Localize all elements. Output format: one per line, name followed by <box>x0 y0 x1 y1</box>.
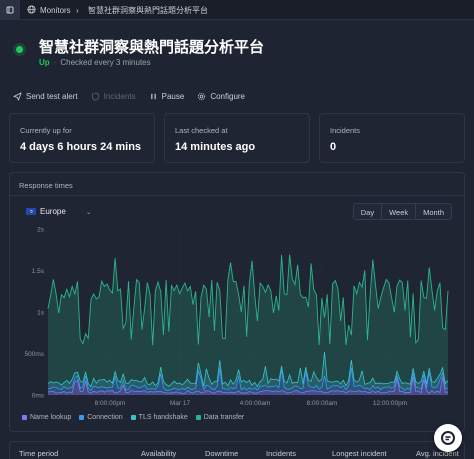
x-tick-label: Mar 17 <box>170 400 191 407</box>
region-label: Europe <box>40 207 66 216</box>
response-time-chart: 0ms 500ms 1s 1.5s 2s 8:00:00pm Mar 17 4:00:00am… <box>24 227 449 407</box>
chevron-down-icon: ⌄ <box>85 208 92 216</box>
col-longest-incident: Longest incident <box>332 449 387 458</box>
stat-label: Currently up for <box>20 126 72 135</box>
y-tick-label: 1.5s <box>32 268 45 275</box>
legend-swatch <box>130 415 136 420</box>
incidents-button[interactable]: Incidents <box>91 92 136 101</box>
panel-title: Response times <box>19 181 73 190</box>
col-availability: Availability <box>141 449 177 458</box>
x-tick-label: 4:00:00am <box>240 400 271 407</box>
breadcrumb-current: 智慧社群洞察與熱門話題分析平台 <box>88 5 208 15</box>
legend-item[interactable]: Connection <box>79 414 123 421</box>
breadcrumb-separator: › <box>76 5 79 15</box>
chart-legend: Name lookup Connection TLS handshake Data t… <box>22 414 244 421</box>
legend-item[interactable]: TLS handshake <box>130 414 188 421</box>
configure-label: Configure <box>210 91 245 101</box>
y-tick-label: 2s <box>37 227 45 234</box>
incidents-label: Incidents <box>103 91 136 101</box>
stat-label: Last checked at <box>175 126 228 135</box>
page-title: 智慧社群洞察與熱門話題分析平台 <box>39 39 265 56</box>
range-day-button[interactable]: Day <box>352 203 383 220</box>
stat-card-last-checked: Last checked at 14 minutes ago <box>164 113 310 163</box>
legend-swatch <box>195 415 201 420</box>
region-select[interactable]: Europe ⌄ <box>26 207 92 216</box>
series-area-data-transfer <box>48 254 448 387</box>
pause-button[interactable]: Pause <box>149 91 185 101</box>
top-bar: Monitors › 智慧社群洞察與熱門話題分析平台 <box>0 0 474 20</box>
check-interval: Checked every 3 minutes <box>60 58 151 67</box>
stat-label: Incidents <box>330 126 361 135</box>
stat-value: 0 <box>330 141 337 153</box>
col-incidents: Incidents <box>266 449 297 458</box>
legend-item[interactable]: Data transfer <box>195 414 245 421</box>
range-week-button[interactable]: Week <box>381 203 417 220</box>
configure-button[interactable]: Configure <box>197 92 245 101</box>
response-times-panel: Response times Europe ⌄ Day Week Month 0… <box>9 172 465 432</box>
status-badge: Up <box>39 58 50 67</box>
legend-swatch <box>79 415 85 420</box>
stat-value: 14 minutes ago <box>175 141 256 153</box>
x-tick-label: 12:00:00pm <box>373 400 407 407</box>
stat-value: 4 days 6 hours 24 mins <box>20 141 142 153</box>
col-downtime: Downtime <box>205 449 239 458</box>
pause-icon <box>150 93 156 99</box>
action-bar: Send test alert Incidents Pause Configur… <box>13 90 258 102</box>
col-time-period: Time period <box>19 449 59 458</box>
legend-label: Connection <box>87 414 123 421</box>
status-separator: · <box>53 58 57 67</box>
y-tick-label: 500ms <box>24 351 44 358</box>
y-tick-label: 0ms <box>32 393 45 400</box>
legend-swatch <box>22 415 27 420</box>
legend-item[interactable]: Name lookup <box>22 414 71 421</box>
range-month-button[interactable]: Month <box>415 203 452 220</box>
availability-table-header: Time period Availability Downtime Incide… <box>9 441 465 459</box>
globe-icon <box>27 5 36 14</box>
send-test-alert-label: Send test alert <box>26 91 78 101</box>
divider <box>10 195 464 196</box>
pause-label: Pause <box>161 91 185 101</box>
legend-label: Name lookup <box>30 414 72 421</box>
x-tick-label: 8:00:00am <box>307 400 338 407</box>
menu-icon <box>6 6 14 14</box>
legend-label: Data transfer <box>203 414 245 421</box>
status-indicator <box>16 46 23 53</box>
sidebar-toggle[interactable] <box>0 0 20 20</box>
x-tick-label: 8:00:00pm <box>95 400 126 407</box>
breadcrumb-monitors[interactable]: Monitors <box>40 0 71 20</box>
legend-label: TLS handshake <box>138 414 188 421</box>
range-selector: Day Week Month <box>352 203 452 220</box>
send-test-alert-button[interactable]: Send test alert <box>13 92 78 101</box>
gear-icon <box>198 92 206 100</box>
shield-icon <box>91 91 99 101</box>
chat-icon <box>441 431 455 445</box>
status-line: Up · Checked every 3 minutes <box>39 58 151 67</box>
y-tick-label: 1s <box>37 310 45 317</box>
stat-card-incidents: Incidents 0 <box>319 113 465 163</box>
stat-card-uptime: Currently up for 4 days 6 hours 24 mins <box>9 113 155 163</box>
help-chat-button[interactable] <box>434 424 462 452</box>
eu-flag-icon <box>26 208 36 215</box>
send-icon <box>13 91 22 101</box>
